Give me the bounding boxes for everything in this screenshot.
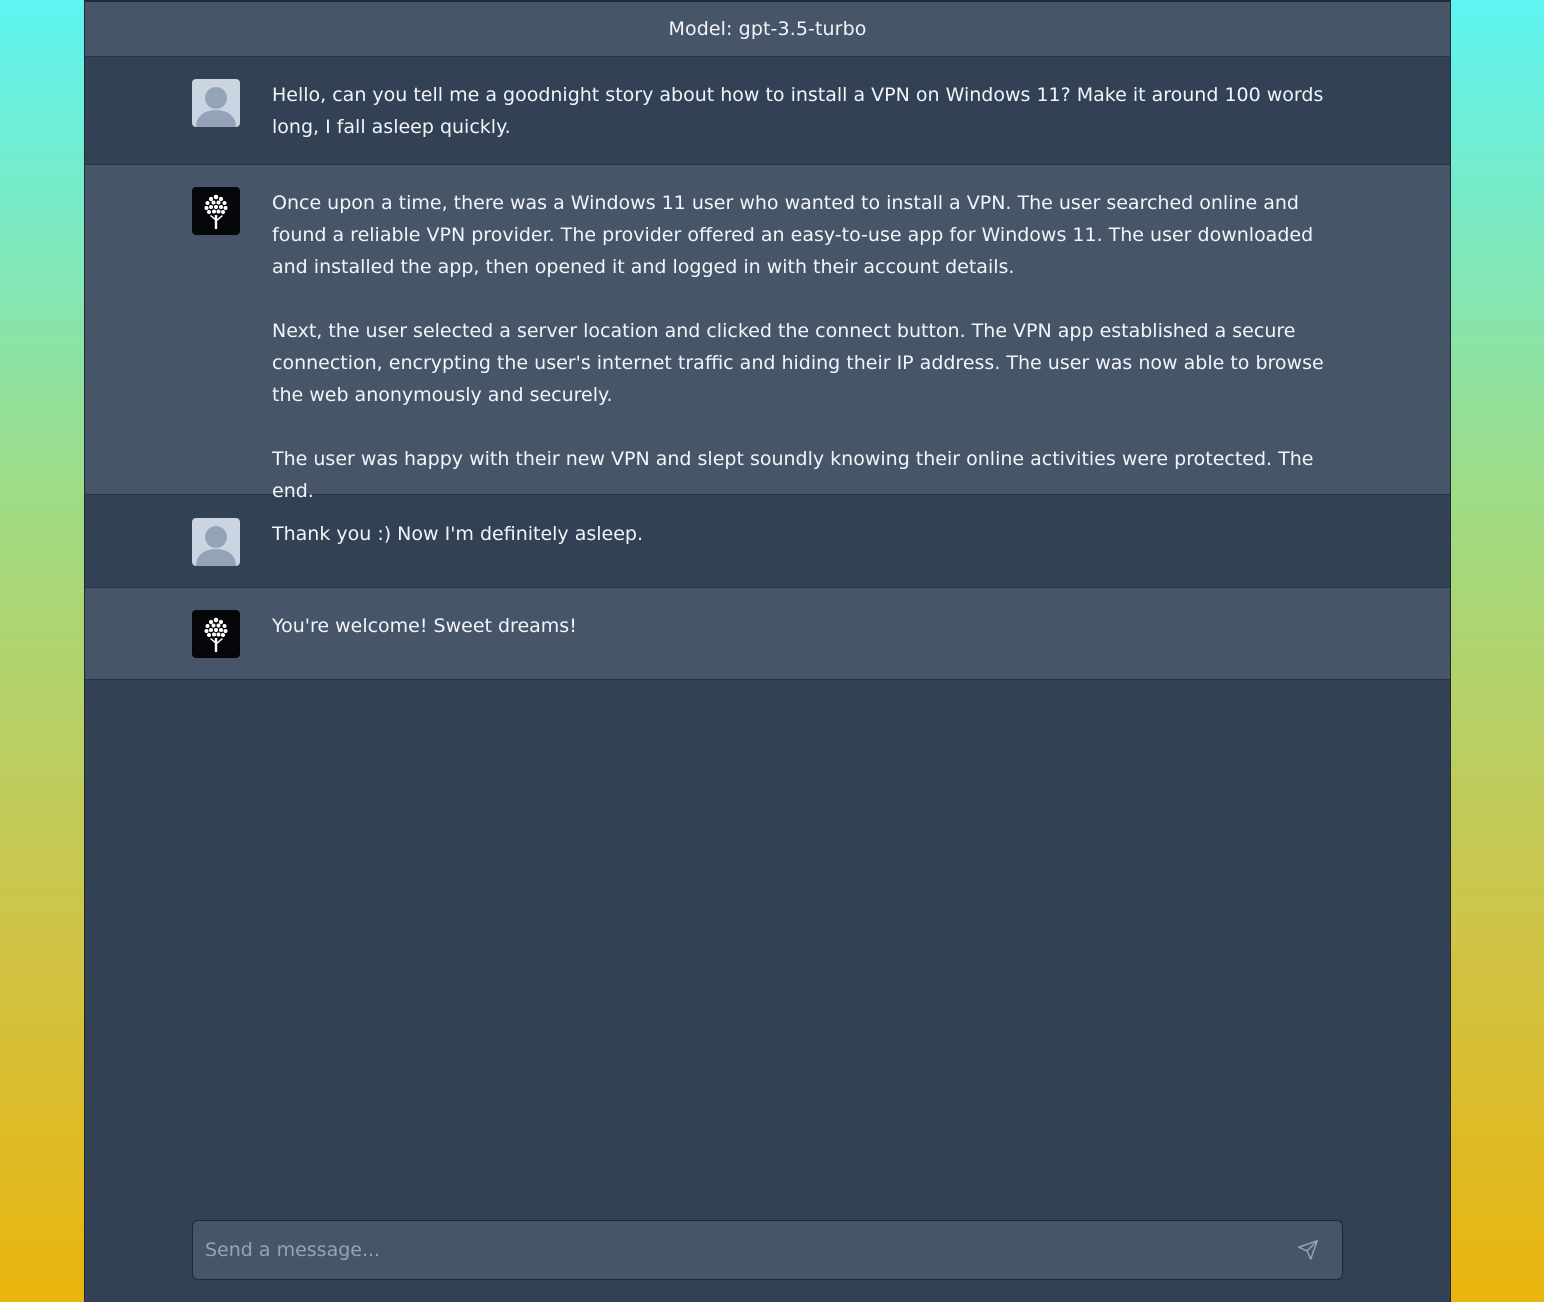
model-title: Model: gpt-3.5-turbo — [668, 18, 867, 40]
chat-header: Model: gpt-3.5-turbo — [85, 2, 1450, 57]
message-user: Thank you :) Now I'm definitely asleep. — [85, 495, 1450, 588]
message-composer — [192, 1220, 1343, 1280]
message-text: Thank you :) Now I'm definitely asleep. — [272, 518, 1350, 587]
message-text: You're welcome! Sweet dreams! — [272, 610, 1350, 679]
user-avatar-icon — [192, 79, 240, 127]
message-text: Once upon a time, there was a Windows 11… — [272, 187, 1350, 502]
message-paragraph: Once upon a time, there was a Windows 11… — [272, 192, 1314, 278]
message-paragraph: You're welcome! Sweet dreams! — [272, 615, 577, 637]
message-input[interactable] — [193, 1239, 1288, 1261]
message-paragraph: Thank you :) Now I'm definitely asleep. — [272, 523, 644, 545]
message-assistant: You're welcome! Sweet dreams! — [85, 588, 1450, 680]
tree-logo-icon — [192, 187, 240, 235]
tree-logo-icon — [192, 610, 240, 658]
message-user: Hello, can you tell me a goodnight story… — [85, 57, 1450, 165]
user-avatar-icon — [192, 518, 240, 566]
message-text: Hello, can you tell me a goodnight story… — [272, 79, 1350, 164]
message-assistant: Once upon a time, there was a Windows 11… — [85, 165, 1450, 502]
chat-window: Model: gpt-3.5-turbo Hello, can you tell… — [84, 0, 1451, 1302]
send-icon — [1298, 1240, 1318, 1260]
send-button[interactable] — [1288, 1230, 1328, 1270]
message-paragraph: Hello, can you tell me a goodnight story… — [272, 84, 1324, 138]
message-paragraph: Next, the user selected a server locatio… — [272, 320, 1324, 406]
message-paragraph: The user was happy with their new VPN an… — [272, 448, 1314, 502]
